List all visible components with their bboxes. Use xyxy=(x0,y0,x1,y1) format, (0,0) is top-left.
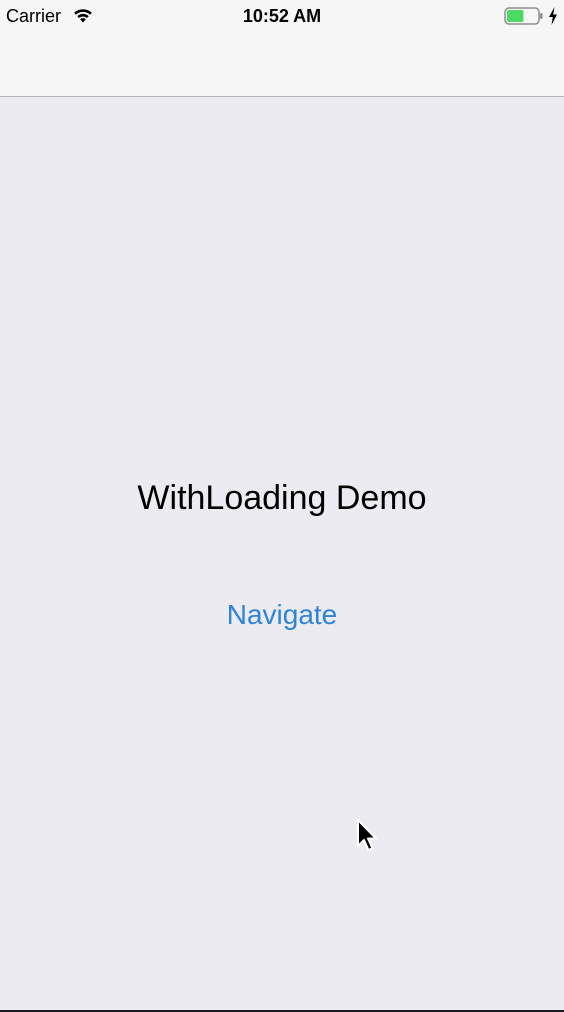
navigate-button[interactable]: Navigate xyxy=(182,594,382,636)
page-title: WithLoading Demo xyxy=(137,479,427,517)
battery-icon xyxy=(504,7,543,25)
mouse-pointer-icon xyxy=(357,819,377,851)
lightning-icon xyxy=(549,7,557,25)
navigation-bar xyxy=(0,32,564,97)
status-time: 10:52 AM xyxy=(242,6,322,26)
battery-level-fill xyxy=(507,10,524,22)
status-bar: Carrier 10:52 AM xyxy=(0,0,564,32)
app-screen: Carrier 10:52 AM WithLoading Demo Naviga… xyxy=(0,0,564,1012)
